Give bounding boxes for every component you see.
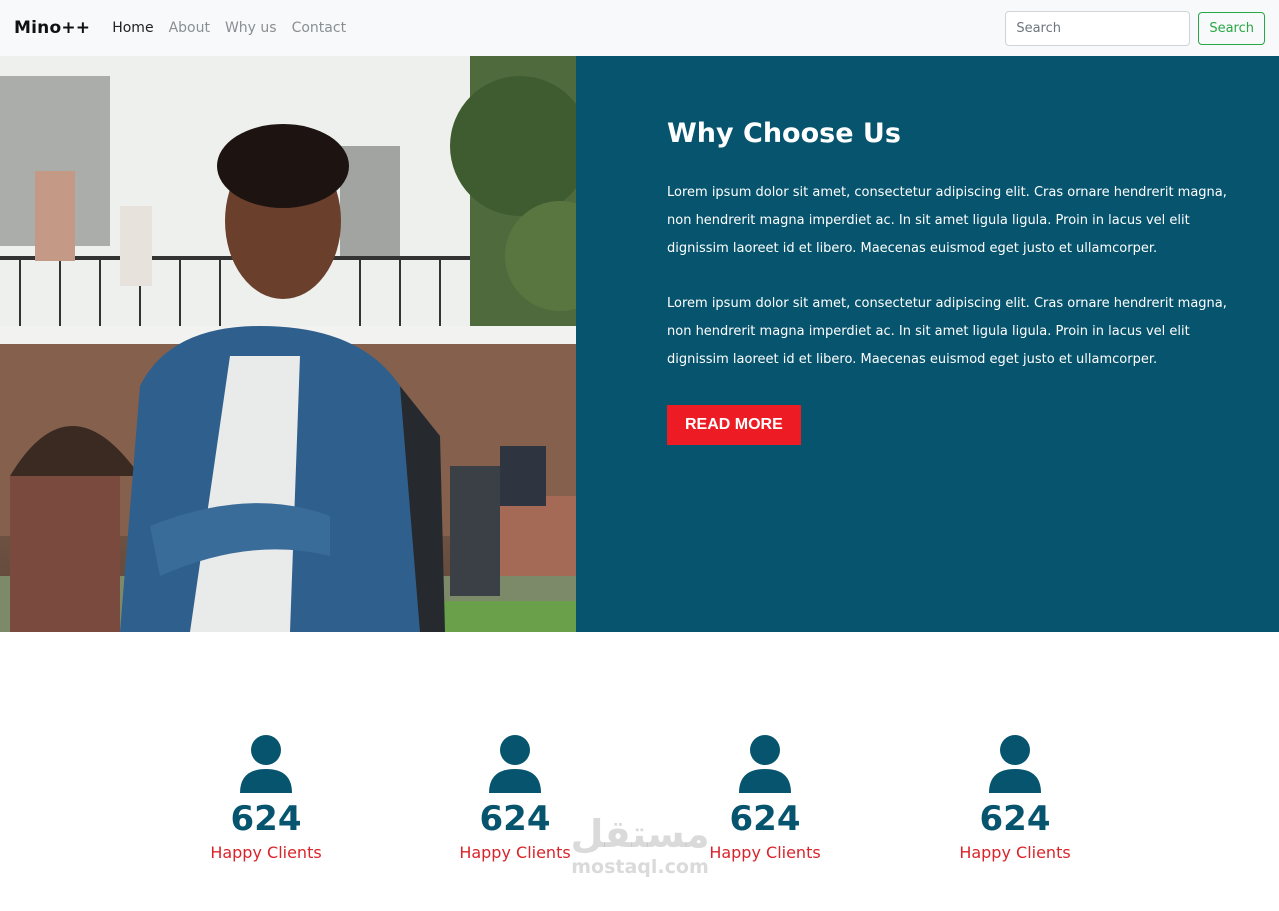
- user-icon: [489, 735, 541, 793]
- stat-card: 624 Happy Clients: [166, 735, 366, 862]
- stat-label: Happy Clients: [210, 843, 322, 862]
- watermark-arabic: مستقل: [570, 812, 710, 856]
- user-icon: [240, 735, 292, 793]
- paragraph-1: Lorem ipsum dolor sit amet, consectetur …: [667, 185, 1227, 256]
- why-choose-us-panel: Why Choose Us Lorem ipsum dolor sit amet…: [576, 56, 1279, 632]
- watermark: مستقل mostaql.com: [560, 812, 720, 878]
- nav-search-form: Search: [1005, 10, 1265, 46]
- hero-photo-illustration: [0, 56, 576, 632]
- paragraph-2: Lorem ipsum dolor sit amet, consectetur …: [667, 296, 1227, 367]
- nav-link-why-us[interactable]: Why us: [225, 20, 277, 36]
- nav-link-contact[interactable]: Contact: [292, 20, 346, 36]
- hero-section: Why Choose Us Lorem ipsum dolor sit amet…: [0, 56, 1279, 632]
- user-icon: [739, 735, 791, 793]
- stat-card: 624 Happy Clients: [915, 735, 1115, 862]
- nav-link-home[interactable]: Home: [112, 20, 153, 36]
- user-icon: [989, 735, 1041, 793]
- stat-number: 624: [230, 799, 302, 839]
- hero-photo: [0, 56, 576, 632]
- watermark-latin: mostaql.com: [571, 856, 709, 878]
- nav-link-about[interactable]: About: [169, 20, 210, 36]
- navbar: Mino++ Home About Why us Contact Search: [0, 0, 1279, 56]
- stat-label: Happy Clients: [959, 843, 1071, 862]
- section-title: Why Choose Us: [667, 118, 901, 149]
- search-input[interactable]: [1005, 10, 1191, 46]
- nav-links: Home About Why us Contact: [112, 20, 346, 36]
- stat-number: 624: [979, 799, 1051, 839]
- brand-logo[interactable]: Mino++: [14, 18, 90, 38]
- read-more-button[interactable]: READ MORE: [667, 405, 801, 445]
- search-button[interactable]: Search: [1198, 11, 1265, 45]
